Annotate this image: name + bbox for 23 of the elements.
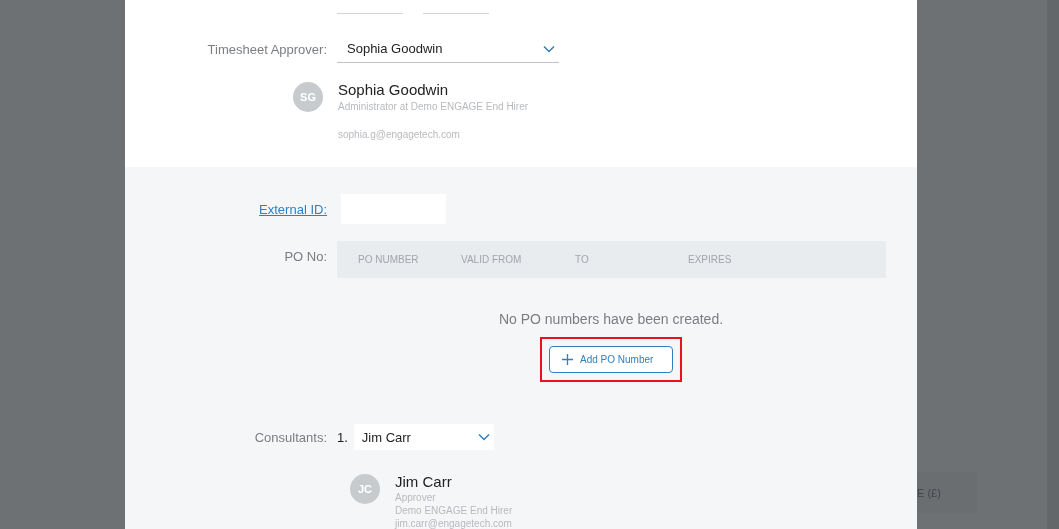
person-name: Jim Carr (395, 473, 453, 490)
field-label: Timesheet Approver: (206, 41, 327, 57)
column-header: VALID FROM (461, 254, 523, 265)
role-text: Approver (395, 492, 437, 503)
column-header: EXPIRES (688, 254, 732, 265)
plus-icon (562, 354, 573, 365)
chevron-icon (477, 433, 490, 441)
chevron-icon (543, 44, 555, 53)
person-name: Sophia Goodwin (338, 81, 450, 98)
email-text: jim.carr@engagetech.com (395, 518, 513, 529)
role-text: Administrator at Demo ENGAGE End Hirer (338, 101, 529, 112)
consultant-dropdown[interactable]: Jim Carr (353, 424, 494, 450)
list-number: 1. (337, 429, 348, 445)
role-text: Demo ENGAGE End Hirer (395, 505, 513, 516)
email-text: sophia.g@engagetech.com (338, 129, 461, 140)
external-id-link[interactable]: External ID: (259, 201, 327, 217)
empty-message: No PO numbers have been created. (497, 311, 725, 327)
field-label: PO No: (283, 248, 327, 266)
approver-dropdown[interactable]: Sophia Goodwin (337, 35, 559, 63)
column-header: PO NUMBER (358, 254, 420, 265)
field-label: Consultants: (253, 429, 327, 445)
column-header: TO (575, 254, 590, 265)
add-po-number-button[interactable]: Add PO Number (549, 346, 673, 373)
